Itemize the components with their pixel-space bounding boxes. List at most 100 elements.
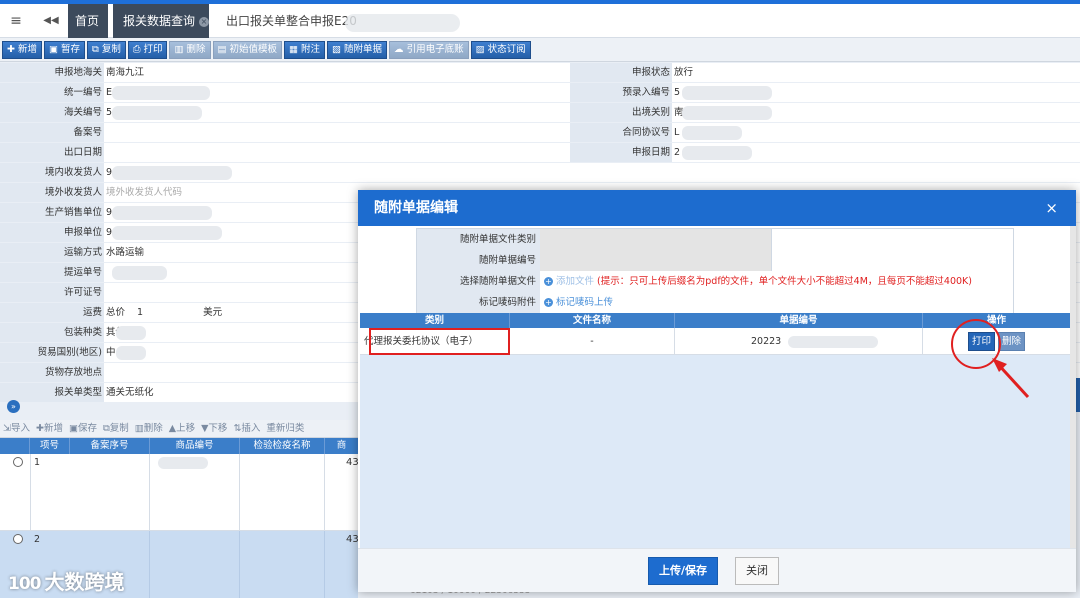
header-record-no: 备案序号 — [70, 438, 150, 454]
package-label: 包装种类 — [0, 323, 104, 342]
license-label: 许可证号 — [0, 283, 104, 302]
customs-field[interactable]: 南海九江 — [104, 63, 570, 82]
close-icon[interactable]: × — [199, 16, 210, 27]
redacted-block — [112, 206, 212, 220]
subscribe-button[interactable]: ▨ 状态订阅 — [470, 41, 531, 59]
dialog-footer: 上传/保存 关闭 — [358, 548, 1076, 592]
row-partial: 43 — [346, 457, 359, 468]
dialog-scrollbar[interactable] — [1070, 226, 1076, 548]
delete-button-label: 删除 — [186, 44, 206, 55]
redacted-block — [345, 14, 460, 32]
goods-delete-button[interactable]: ▥删除 — [132, 421, 166, 436]
decl-type-label: 报关单类型 — [0, 383, 104, 402]
note-button[interactable]: ▦ 附注 — [284, 41, 326, 59]
reclassify-button-label: 重新归类 — [266, 423, 305, 434]
delete-button[interactable]: ▥ 删除 — [169, 41, 211, 59]
export-date-label: 出口日期 — [0, 143, 104, 162]
copy-button[interactable]: ⧉ 复制 — [87, 41, 126, 59]
dialog-title: 随附单据编辑 — [374, 200, 458, 216]
goods-grid-header: 项号 备案序号 商品编号 检验检疫名称 商 — [0, 438, 358, 454]
copy-button-label: 复制 — [101, 44, 121, 55]
tab-customs-query[interactable]: 报关数据查询 × — [113, 4, 210, 38]
redacted-block — [112, 86, 210, 100]
redacted-block — [112, 266, 167, 280]
record-label: 备案号 — [0, 123, 104, 142]
tab-home[interactable]: 首页 — [68, 4, 108, 38]
record-field[interactable] — [104, 123, 570, 142]
print-button-label: 打印 — [143, 44, 163, 55]
dialog-header: 随附单据编辑 × — [358, 190, 1076, 226]
domestic-consignee-field[interactable]: 9 — [104, 163, 1080, 182]
import-button[interactable]: ⇲导入 — [0, 421, 33, 436]
import-button-label: 导入 — [10, 423, 30, 434]
freight-amount: 1 — [137, 307, 144, 318]
redacted-block — [682, 86, 772, 100]
status-field[interactable]: 放行 — [672, 63, 1080, 82]
row-partial: 43 — [346, 534, 359, 545]
expand-icon[interactable]: » — [7, 400, 20, 413]
print-button[interactable]: ⎙ 打印 — [127, 41, 168, 59]
menu-icon[interactable]: ≡ — [4, 4, 28, 38]
insert-button[interactable]: ⇅插入 — [230, 421, 263, 436]
transport-label: 运输方式 — [0, 243, 104, 262]
declarer-label: 申报单位 — [0, 223, 104, 242]
storage-label: 货物存放地点 — [0, 363, 104, 382]
annotation-arrow-icon — [992, 358, 1030, 399]
goods-add-button[interactable]: ✚新增 — [33, 421, 66, 436]
reclassify-button[interactable]: 重新归类 — [263, 421, 307, 436]
freight-label: 运费 — [0, 303, 104, 322]
header-item-no: 项号 — [30, 438, 70, 454]
form-row: 出口日期 申报日期 2 — [0, 143, 1080, 162]
cite-ledger-button-label: 引用电子底账 — [406, 44, 464, 55]
upload-save-button[interactable]: 上传/保存 — [648, 557, 719, 585]
redacted-block — [682, 146, 752, 160]
foreign-consignee-label: 境外收发货人 — [0, 183, 104, 202]
tab-home-label: 首页 — [75, 14, 100, 28]
row-number: 1 — [34, 457, 41, 468]
export-date-field[interactable] — [104, 143, 570, 162]
redacted-block — [112, 106, 202, 120]
initial-template-button[interactable]: ▤ 初始值模板 — [212, 41, 283, 59]
row-radio[interactable] — [13, 534, 23, 544]
move-down-button[interactable]: ▼下移 — [198, 421, 230, 436]
dialog-body: 随附单据文件类别 随附单据编号 选择随附单据文件 + 添加文件 (提示：只可上传后… — [358, 226, 1076, 548]
bill-label: 提运单号 — [0, 263, 104, 282]
form-row: 申报地海关 南海九江 申报状态 放行 — [0, 63, 1080, 82]
redacted-block — [112, 226, 222, 240]
attachment-button[interactable]: ▧ 随附单据 — [327, 41, 388, 59]
redacted-block — [682, 106, 772, 120]
goods-toolbar: ⇲导入 ✚新增 ▣保存 ⧉复制 ▥删除 ▲上移 ▼下移 ⇅插入 重新归类 — [0, 420, 358, 438]
entry-no-label: 预录入编号 — [570, 83, 672, 102]
table-row[interactable]: 1 43 — [0, 454, 359, 531]
subscribe-button-label: 状态订阅 — [487, 44, 526, 55]
watermark-logo: 100 大数跨境 — [8, 566, 125, 595]
redacted-block — [116, 346, 146, 360]
redacted-block — [682, 126, 742, 140]
row-radio[interactable] — [13, 457, 23, 467]
declare-date-label: 申报日期 — [570, 143, 672, 162]
domestic-consignee-label: 境内收发货人 — [0, 163, 104, 182]
temp-save-button[interactable]: ▣ 暂存 — [44, 41, 86, 59]
header-inspection-name: 检验检疫名称 — [240, 438, 325, 454]
close-button[interactable]: 关闭 — [735, 557, 779, 585]
trade-country-label: 贸易国别(地区) — [0, 343, 104, 362]
add-button[interactable]: ✚ 新增 — [2, 41, 42, 59]
cite-ledger-button[interactable]: ☁ 引用电子底账 — [389, 41, 469, 59]
insert-button-label: 插入 — [241, 423, 261, 434]
logo-icon: 100 — [8, 574, 41, 594]
goods-delete-button-label: 删除 — [143, 423, 163, 434]
move-up-button[interactable]: ▲上移 — [166, 421, 198, 436]
customs-no-label: 海关编号 — [0, 103, 104, 122]
goods-copy-button-label: 复制 — [109, 423, 129, 434]
producer-label: 生产销售单位 — [0, 203, 104, 222]
redacted-block — [116, 326, 146, 340]
close-icon[interactable]: × — [1045, 190, 1058, 226]
redacted-block — [158, 457, 208, 469]
temp-save-button-label: 暂存 — [61, 44, 81, 55]
freight-type: 总价 — [106, 307, 126, 318]
collapse-icon[interactable]: ◀◀ — [36, 4, 66, 38]
goods-save-button[interactable]: ▣保存 — [66, 421, 100, 436]
initial-template-button-label: 初始值模板 — [229, 44, 278, 55]
customs-label: 申报地海关 — [0, 63, 104, 82]
goods-copy-button[interactable]: ⧉复制 — [100, 421, 132, 436]
